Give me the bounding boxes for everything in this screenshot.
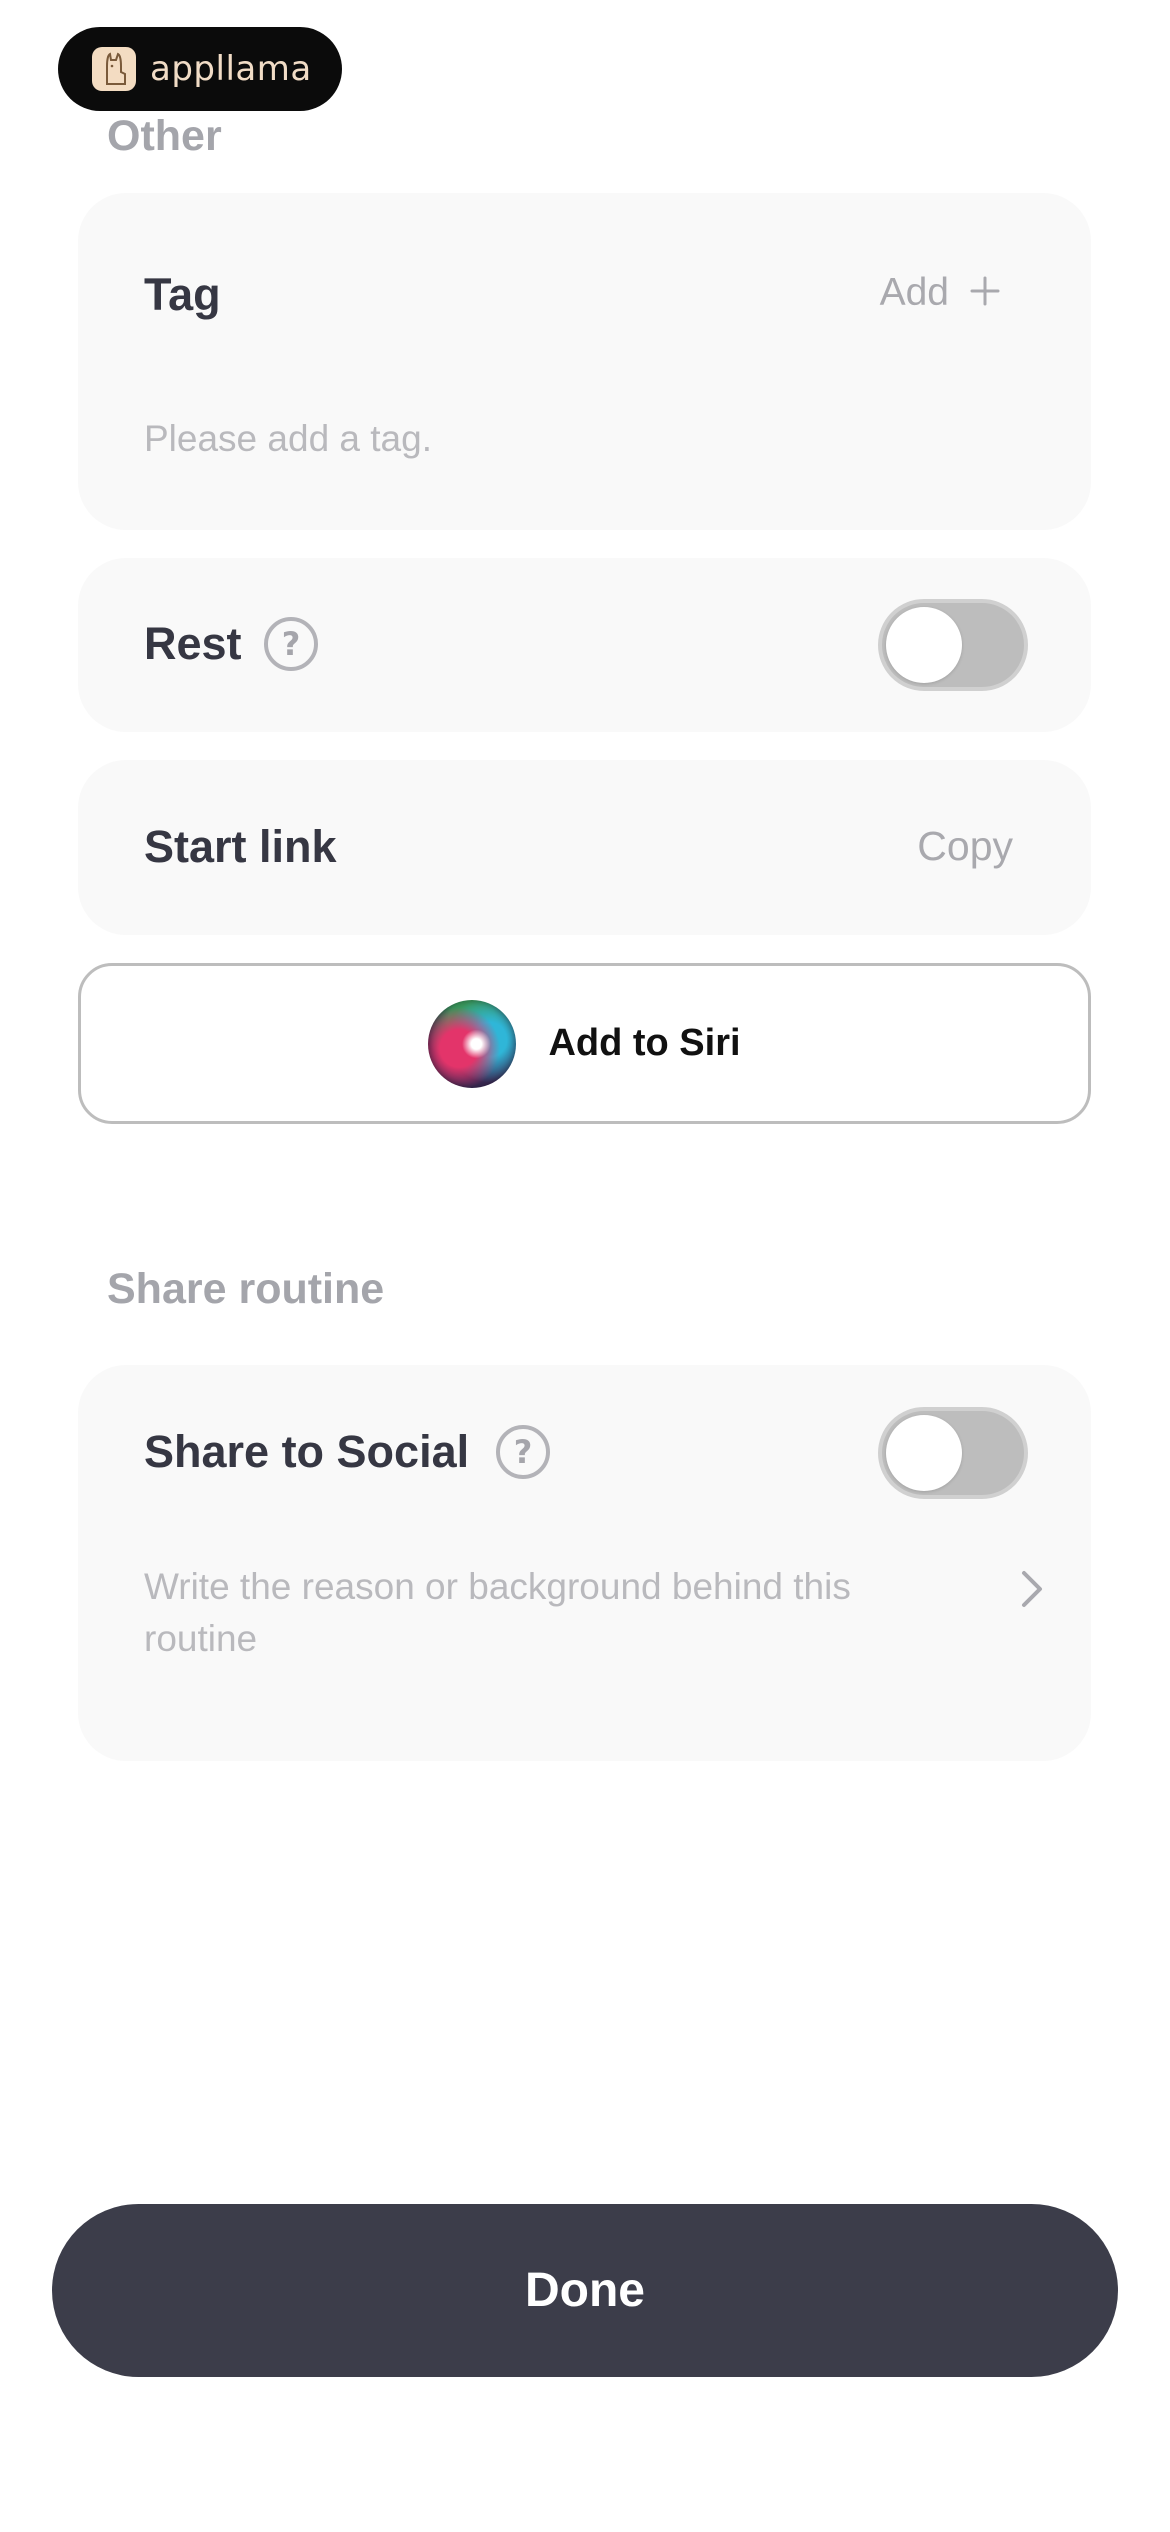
rest-label: Rest <box>144 618 242 669</box>
rest-help-icon[interactable]: ? <box>264 617 318 671</box>
section-title-share-routine: Share routine <box>107 1265 385 1313</box>
tag-add-label: Add <box>879 271 949 314</box>
add-to-siri-button[interactable]: Add to Siri <box>78 963 1091 1124</box>
help-icon-glyph: ? <box>281 625 301 663</box>
appllama-watermark: appllama <box>58 27 342 111</box>
share-description-placeholder: Write the reason or background behind th… <box>144 1566 851 1659</box>
screen: appllama Other Tag Add Please add a tag.… <box>0 0 1170 2532</box>
add-to-siri-label: Add to Siri <box>548 1022 741 1064</box>
share-social-toggle-knob <box>886 1415 962 1491</box>
share-description-row[interactable]: Write the reason or background behind th… <box>144 1561 1044 1665</box>
share-social-help-icon[interactable]: ? <box>496 1425 550 1479</box>
share-social-label: Share to Social <box>144 1426 470 1477</box>
tag-label: Tag <box>144 269 221 320</box>
rest-card: Rest ? <box>78 558 1091 732</box>
llama-logo-icon <box>92 47 136 91</box>
tag-placeholder: Please add a tag. <box>144 418 432 459</box>
rest-toggle-knob <box>886 607 962 683</box>
rest-toggle[interactable] <box>878 599 1028 691</box>
plus-icon <box>969 275 1001 312</box>
chevron-right-icon <box>1020 1569 1044 1614</box>
siri-icon <box>428 999 517 1088</box>
help-icon-glyph: ? <box>513 1433 533 1471</box>
tag-add-button[interactable]: Add <box>880 271 1001 315</box>
copy-link-button[interactable]: Copy <box>917 823 1013 870</box>
section-title-other: Other <box>107 112 222 160</box>
watermark-text: appllama <box>150 49 312 89</box>
done-button[interactable]: Done <box>52 2204 1118 2377</box>
share-social-toggle[interactable] <box>878 1407 1028 1499</box>
tag-card: Tag Add Please add a tag. <box>78 193 1091 530</box>
start-link-label: Start link <box>144 821 337 872</box>
start-link-card: Start link Copy <box>78 760 1091 935</box>
share-social-card: Share to Social ? Write the reason or ba… <box>78 1365 1091 1761</box>
